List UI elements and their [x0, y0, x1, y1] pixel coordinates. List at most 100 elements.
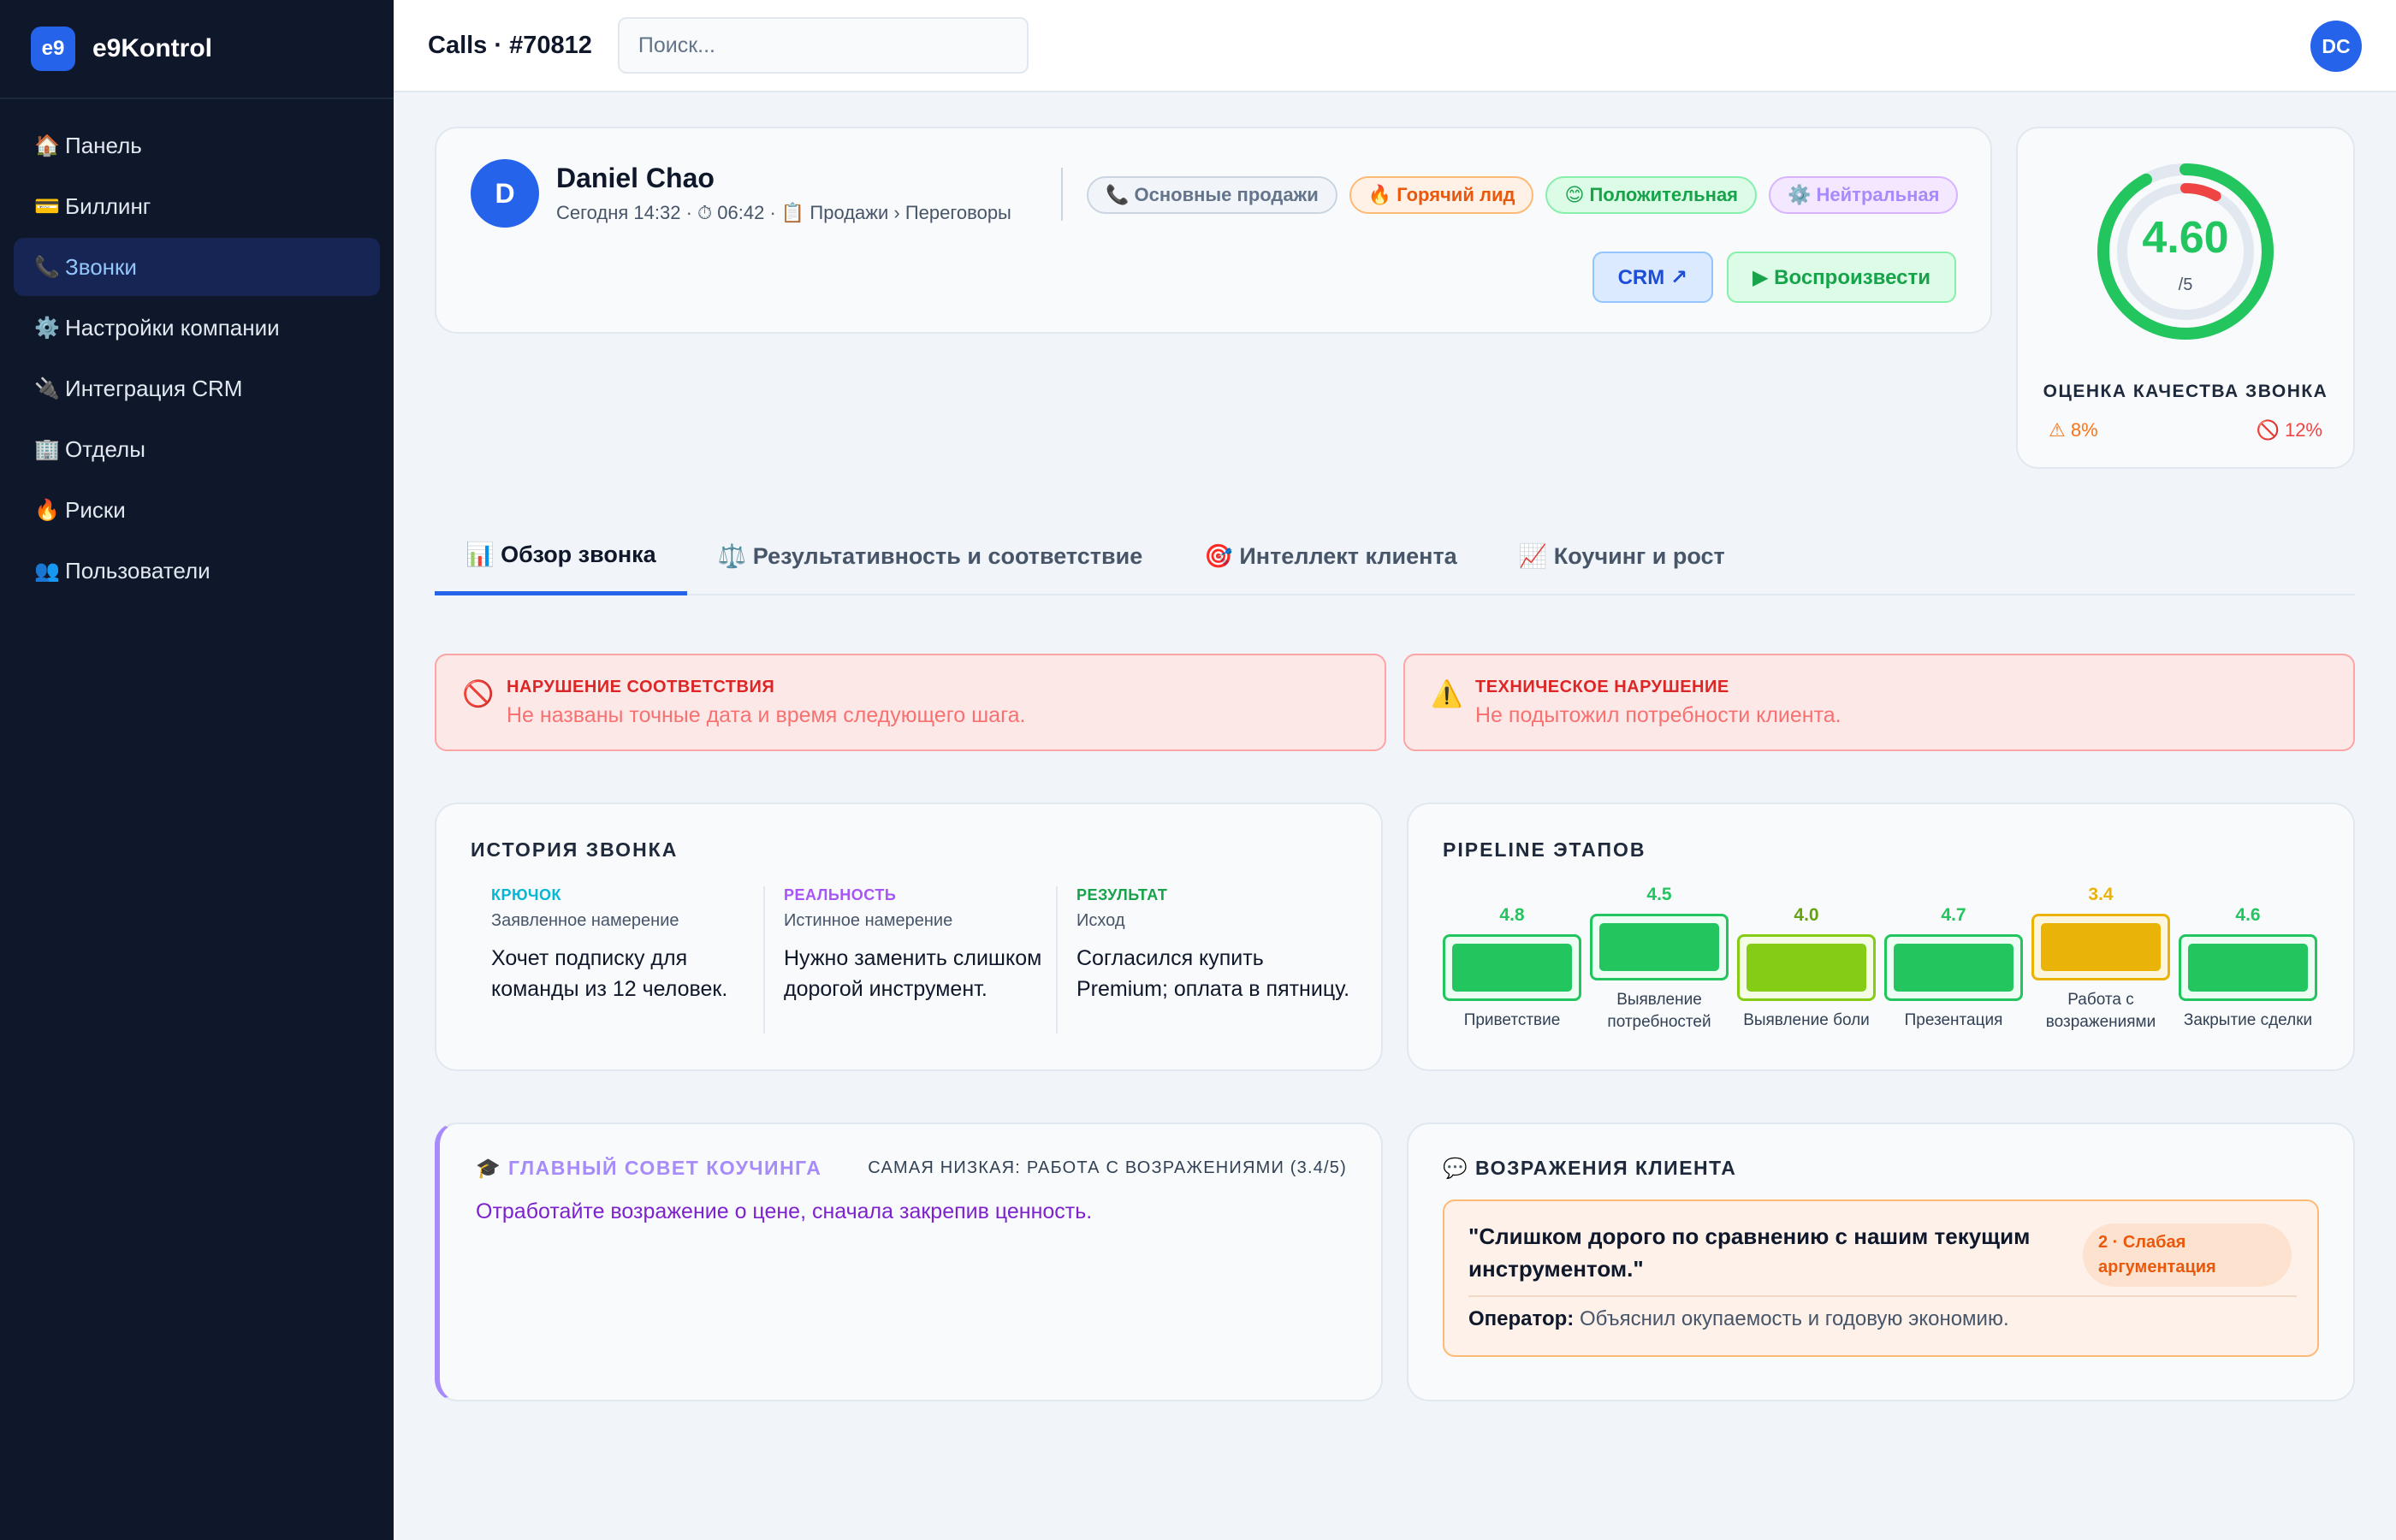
alert-title: НАРУШЕНИЕ СООТВЕТСТВИЯ — [507, 678, 775, 696]
story-sub: Исход — [1076, 911, 1125, 930]
pipeline-stage[interactable]: 3.4 Работа с возражениями — [2031, 885, 2170, 1034]
sidebar-item-company-settings[interactable]: ⚙️ Настройки компании — [14, 299, 380, 357]
sidebar-item-label: Звонки — [65, 253, 137, 280]
coaching-title: 🎓 ГЛАВНЫЙ СОВЕТ КОУЧИНГА — [476, 1157, 822, 1179]
tab-performance[interactable]: ⚖️ Результативность и соответствие — [687, 517, 1174, 595]
story-kind: РЕЗУЛЬТАТ — [1076, 886, 1168, 903]
tab-client-intel[interactable]: 🎯 Интеллект клиента — [1173, 517, 1487, 595]
sidebar-item-billing[interactable]: 💳 Биллинг — [14, 177, 380, 235]
story-reality: РЕАЛЬНОСТЬ Истинное намерение Нужно заме… — [784, 886, 1058, 1004]
coaching-tip: Отработайте возражение о цене, сначала з… — [476, 1199, 1093, 1223]
sidebar-item-departments[interactable]: 🏢 Отделы — [14, 420, 380, 478]
sidebar-item-label: Панель — [65, 132, 142, 158]
stage-score: 4.5 — [1646, 885, 1672, 904]
credit-card-icon: 💳 — [34, 194, 60, 218]
section-title: PIPELINE ЭТАПОВ — [1443, 838, 1646, 861]
objections-title: 💬 ВОЗРАЖЕНИЯ КЛИЕНТА — [1443, 1157, 1737, 1179]
tabs: 📊 Обзор звонка ⚖️ Результативность и соот… — [435, 517, 2355, 595]
play-button[interactable]: ▶ Воспроизвести — [1727, 252, 1956, 303]
call-meta: Сегодня 14:32 · ⏱ 06:42 · 📋 Продажи › Пе… — [556, 202, 1011, 223]
plug-icon: 🔌 — [34, 376, 60, 400]
sidebar-item-label: Биллинг — [65, 192, 151, 219]
fire-icon: 🔥 — [34, 498, 60, 522]
sidebar-item-dashboard[interactable]: 🏠 Панель — [14, 116, 380, 175]
tab-coaching[interactable]: 📈 Коучинг и рост — [1488, 517, 1756, 595]
call-tags: 📞 Основные продажи 🔥 Горячий лид 😊 Положит… — [1087, 176, 1959, 214]
building-icon: 🏢 — [34, 437, 60, 461]
stage-score: 4.8 — [1499, 905, 1525, 925]
sidebar-item-risks[interactable]: 🔥 Риски — [14, 481, 380, 539]
stage-label-line: Работа с — [2067, 991, 2134, 1009]
story-kind: РЕАЛЬНОСТЬ — [784, 886, 897, 903]
users-icon: 👥 — [34, 559, 60, 583]
sidebar-item-calls[interactable]: 📞 Звонки — [14, 238, 380, 296]
brand[interactable]: e9 e9Kontrol — [0, 0, 394, 99]
objections-card: 💬 ВОЗРАЖЕНИЯ КЛИЕНТА "Слишком дорого по … — [1407, 1122, 2355, 1401]
sidebar-item-label: Пользователи — [65, 557, 211, 583]
call-header-card: D Daniel Chao Сегодня 14:32 · ⏱ 06:42 · … — [435, 127, 1992, 334]
user-avatar[interactable]: DC — [2310, 21, 2362, 72]
tab-overview[interactable]: 📊 Обзор звонка — [435, 517, 687, 595]
stage-score: 4.7 — [1941, 905, 1966, 925]
call-tag[interactable]: 📞 Основные продажи — [1087, 176, 1337, 214]
sidebar-item-users[interactable]: 👥 Пользователи — [14, 542, 380, 600]
story-body: Нужно заменить слишком дорогой инструмен… — [784, 946, 1042, 1001]
stage-label: Работа с возражениями — [2031, 989, 2170, 1034]
pipeline-card: PIPELINE ЭТАПОВ 4.8 Приветствие 4.5 Выявлен… — [1407, 803, 2355, 1071]
badge-line: 2 · Слабая — [2098, 1233, 2186, 1252]
objection-badge: 2 · Слабая аргументация — [2083, 1223, 2292, 1287]
prohibited-icon: 🚫 — [462, 680, 495, 708]
pipeline-stage[interactable]: 4.5 Выявление потребностей — [1590, 885, 1729, 1034]
divider — [763, 886, 765, 1034]
stage-label: Выявление боли — [1737, 1010, 1876, 1032]
story-result: РЕЗУЛЬТАТ Исход Согласился купить Premiu… — [1076, 886, 1350, 1004]
stage-label-line: потребностей — [1607, 1013, 1711, 1031]
pipeline-stage[interactable]: 4.6 Закрытие сделки — [2179, 905, 2317, 1032]
score-max: /5 — [2178, 275, 2193, 294]
divider — [1468, 1295, 2297, 1297]
sidebar-item-label: Отделы — [65, 435, 145, 462]
score-label: ОЦЕНКА КАЧЕСТВА ЗВОНКА — [2043, 382, 2328, 401]
call-story-card: ИСТОРИЯ ЗВОНКА КРЮЧОК Заявленное намерен… — [435, 803, 1383, 1071]
sidebar-nav: 🏠 Панель 💳 Биллинг 📞 Звонки ⚙️ Настройки компан… — [0, 99, 394, 619]
story-body: Хочет подписку для команды из 12 человек… — [491, 946, 728, 1001]
stage-label-line: Закрытие сделки — [2183, 1011, 2313, 1029]
story-kind: КРЮЧОК — [491, 886, 561, 903]
caller-avatar: D — [471, 159, 539, 228]
stage-bar — [2179, 934, 2317, 1001]
home-icon: 🏠 — [34, 133, 60, 157]
stage-label-line: Презентация — [1904, 1011, 2003, 1029]
search-input[interactable] — [617, 17, 1029, 74]
objection-item: "Слишком дорого по сравнению с нашим тек… — [1443, 1199, 2319, 1357]
sidebar-item-label: Риски — [65, 496, 126, 523]
divider — [1061, 168, 1063, 221]
operator-response: Объяснил окупаемость и годовую экономию. — [1574, 1307, 2009, 1330]
stage-bar — [2031, 914, 2170, 980]
sidebar-item-label: Настройки компании — [65, 314, 280, 341]
pipeline-stage[interactable]: 4.8 Приветствие — [1443, 905, 1581, 1032]
stage-label-line: Приветствие — [1463, 1011, 1561, 1029]
call-tag[interactable]: 😊 Положительная — [1545, 176, 1758, 214]
stage-score: 4.0 — [1794, 905, 1819, 925]
divider — [1056, 886, 1058, 1034]
pipeline-stage[interactable]: 4.0 Выявление боли — [1737, 905, 1876, 1032]
technical-alert: ⚠️ ТЕХНИЧЕСКОЕ НАРУШЕНИЕ Не подытожил по… — [1403, 654, 2355, 751]
section-title: ИСТОРИЯ ЗВОНКА — [471, 838, 679, 861]
sidebar-item-crm-integration[interactable]: 🔌 Интеграция CRM — [14, 359, 380, 418]
stage-label: Презентация — [1884, 1010, 2023, 1032]
gear-icon: ⚙️ — [34, 316, 60, 340]
stage-label: Выявление потребностей — [1590, 989, 1729, 1034]
crm-button[interactable]: CRM ↗ — [1592, 252, 1714, 303]
operator-answer: Оператор: Объяснил окупаемость и годовую… — [1468, 1307, 2009, 1331]
stage-score: 4.6 — [2235, 905, 2261, 925]
call-tag[interactable]: ⚙️ Нейтральная — [1769, 176, 1959, 214]
score-card: 4.60 /5 ОЦЕНКА КАЧЕСТВА ЗВОНКА ⚠ 8% 🚫 12… — [2016, 127, 2355, 469]
stage-label-line: возражениями — [2045, 1013, 2156, 1031]
call-tag[interactable]: 🔥 Горячий лид — [1349, 176, 1534, 214]
stage-bar — [1443, 934, 1581, 1001]
stage-label-line: Выявление — [1616, 991, 1702, 1009]
score-warning-stat: ⚠ 8% — [2049, 419, 2098, 441]
pipeline-stage[interactable]: 4.7 Презентация — [1884, 905, 2023, 1032]
story-sub: Истинное намерение — [784, 911, 953, 930]
stage-label-line: Выявление боли — [1743, 1011, 1870, 1029]
